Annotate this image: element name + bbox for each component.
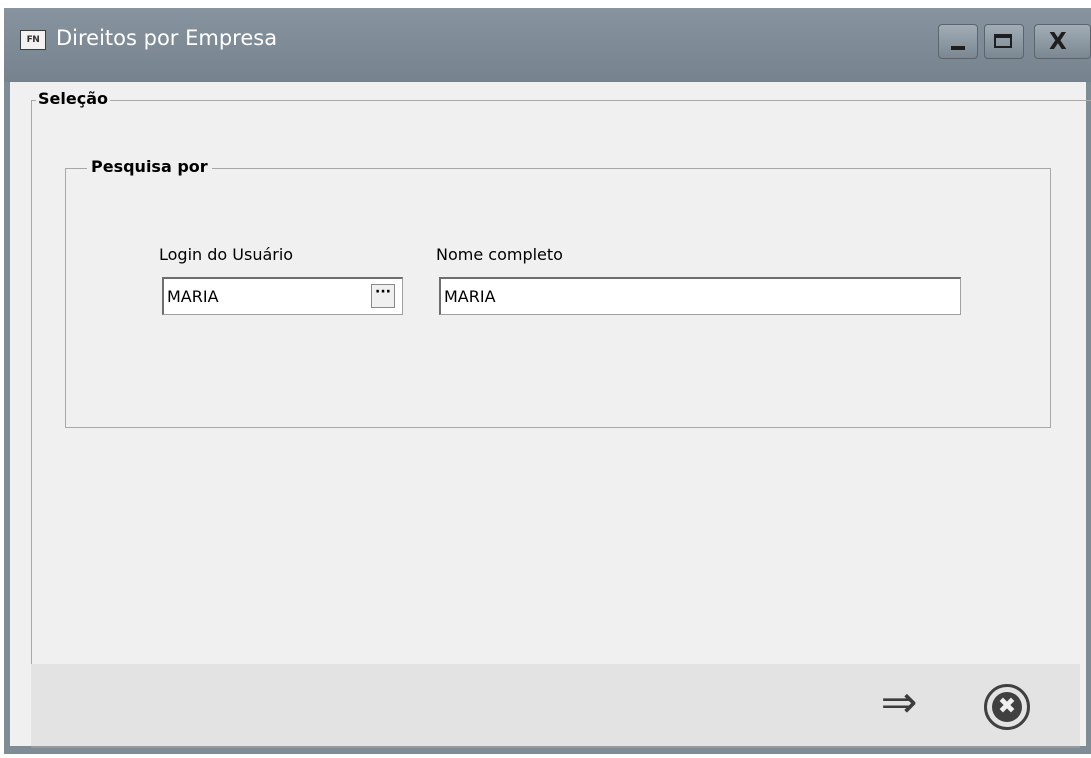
close-icon: X <box>1049 29 1067 55</box>
cancel-button[interactable]: ✖ <box>984 684 1030 730</box>
pesquisa-legend: Pesquisa por <box>87 157 212 176</box>
application-window: FN Direitos por Empresa X Seleção Pesqui… <box>4 8 1091 754</box>
minimize-button[interactable] <box>938 24 978 59</box>
selecao-legend: Seleção <box>36 89 110 108</box>
window-title: Direitos por Empresa <box>56 26 278 50</box>
nome-input[interactable] <box>444 284 949 308</box>
button-bar-divider <box>31 746 1080 748</box>
arrow-right-icon[interactable]: ⇒ <box>870 680 928 726</box>
login-field[interactable]: ··· <box>162 277 403 315</box>
maximize-button[interactable] <box>984 24 1024 59</box>
login-label: Login do Usuário <box>159 245 294 264</box>
title-bar[interactable]: FN Direitos por Empresa X <box>4 8 1091 82</box>
nome-field[interactable] <box>439 277 961 315</box>
nome-label: Nome completo <box>436 245 563 264</box>
login-input[interactable] <box>167 284 367 308</box>
fn-app-icon[interactable]: FN <box>20 30 46 50</box>
maximize-icon <box>994 34 1012 48</box>
close-button[interactable]: X <box>1034 24 1091 59</box>
login-lookup-button[interactable]: ··· <box>371 284 395 308</box>
minimize-icon <box>951 46 965 50</box>
cancel-circle-icon: ✖ <box>992 692 1022 722</box>
window-client-area: Seleção Pesquisa por Login do Usuário ··… <box>10 82 1091 748</box>
